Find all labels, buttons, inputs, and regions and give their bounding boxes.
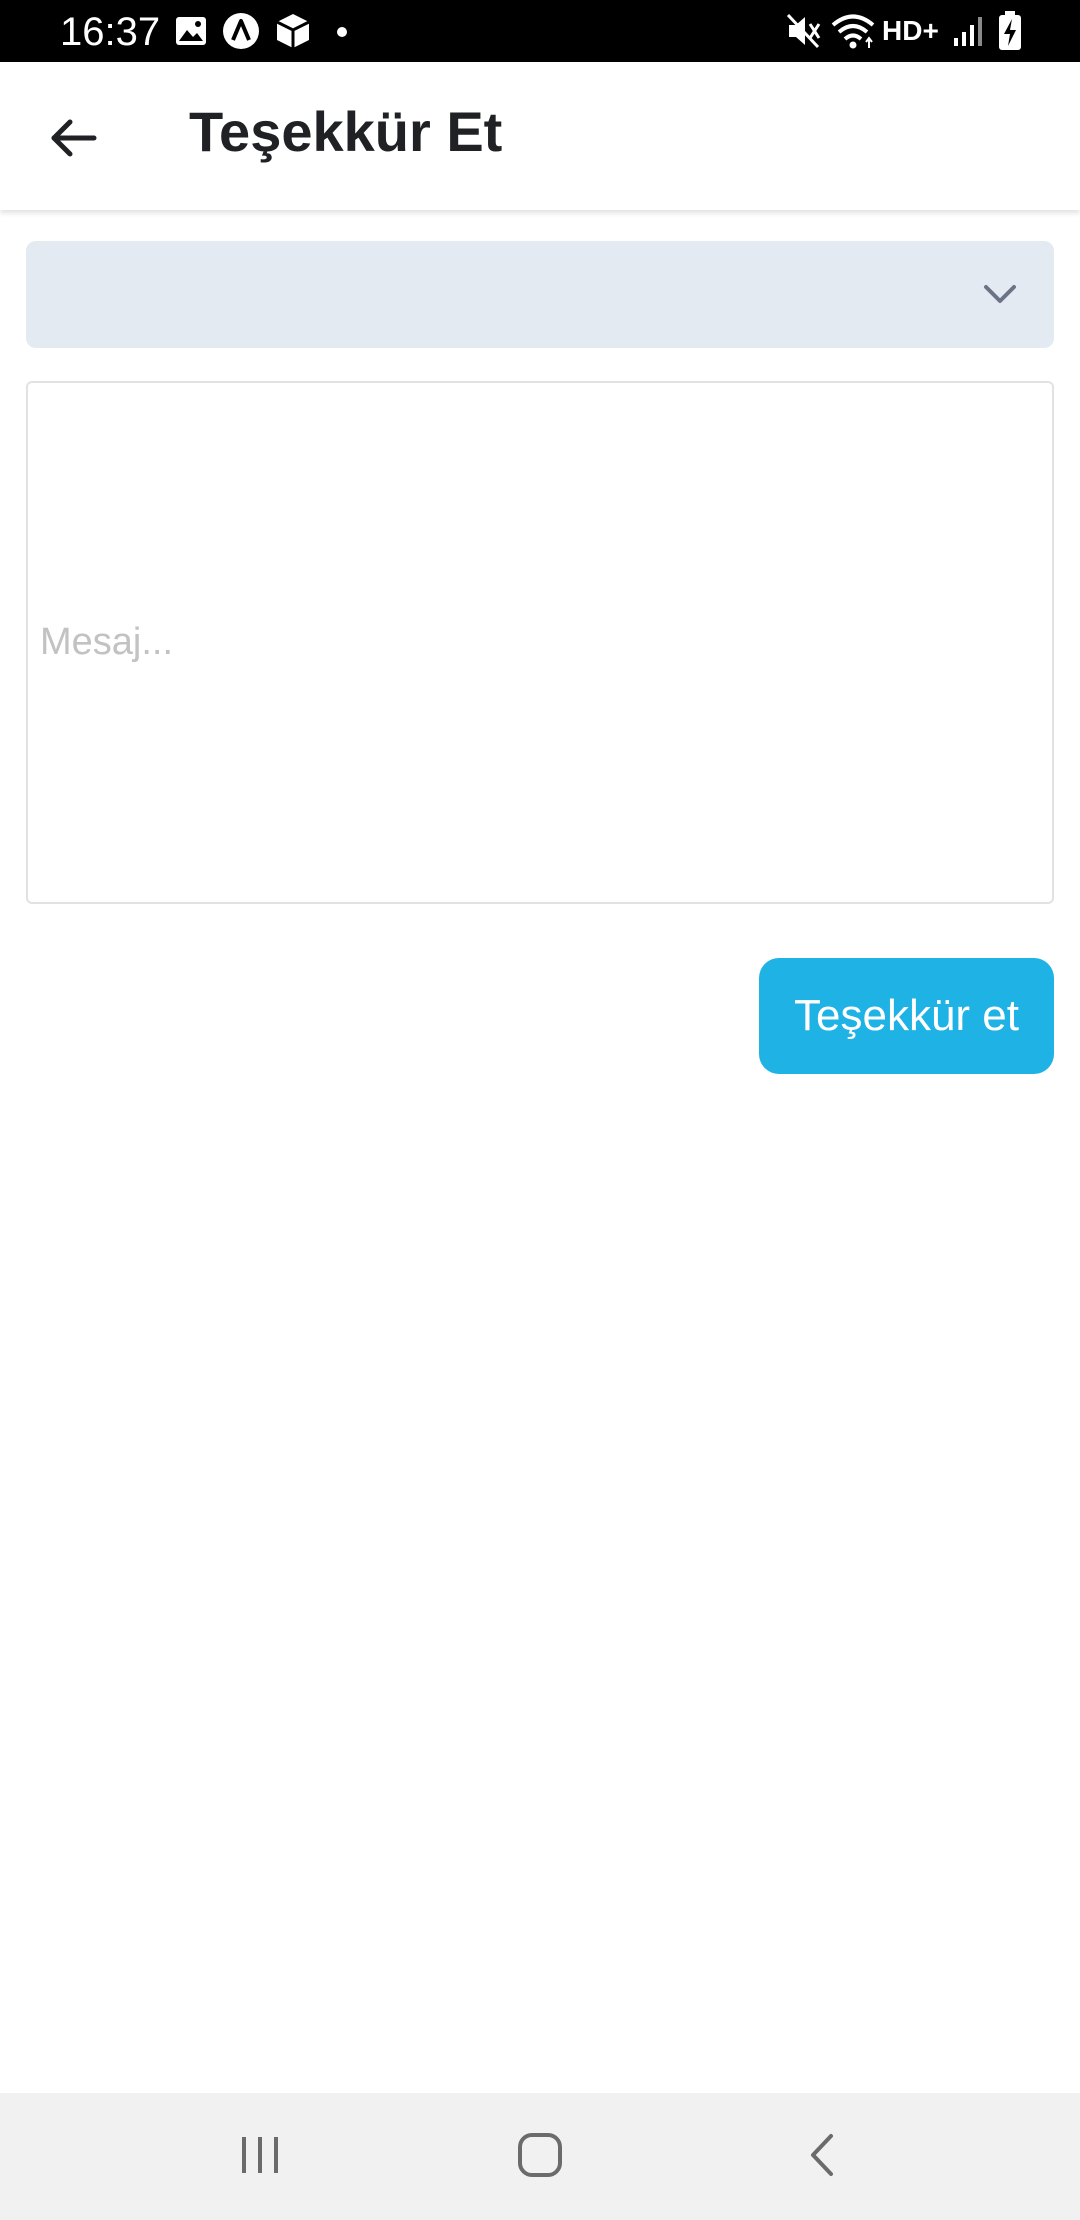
package-icon <box>275 12 311 55</box>
status-time: 16:37 <box>60 10 161 54</box>
message-input[interactable] <box>28 383 1052 902</box>
app-a-icon <box>222 12 260 55</box>
recent-apps-icon <box>238 2135 282 2180</box>
recent-apps-button[interactable] <box>215 2117 305 2197</box>
page-title: Teşekkür Et <box>189 100 503 163</box>
gallery-icon <box>175 16 207 51</box>
chevron-down-icon <box>982 279 1018 309</box>
screen: 16:37 HD+ Teşekkür Et Mesaj... Teşekkür … <box>0 0 1080 2220</box>
battery-charging-icon <box>997 10 1023 57</box>
home-button[interactable] <box>495 2117 585 2197</box>
arrow-left-icon <box>50 118 98 163</box>
back-button[interactable] <box>32 98 116 182</box>
status-bar: 16:37 HD+ <box>0 0 1080 62</box>
mute-icon <box>786 12 822 55</box>
signal-icon <box>952 14 986 53</box>
system-nav-bar <box>0 2093 1080 2220</box>
wifi-icon <box>830 12 876 55</box>
back-icon <box>807 2133 837 2182</box>
message-box <box>26 381 1054 904</box>
nav-back-button[interactable] <box>777 2117 867 2197</box>
thank-button[interactable]: Teşekkür et <box>759 958 1054 1074</box>
notification-dot-icon <box>336 25 348 43</box>
network-type-label: HD+ <box>882 15 939 46</box>
app-bar: Teşekkür Et <box>0 62 1080 210</box>
recipient-dropdown[interactable] <box>26 241 1054 348</box>
home-icon <box>517 2132 563 2183</box>
